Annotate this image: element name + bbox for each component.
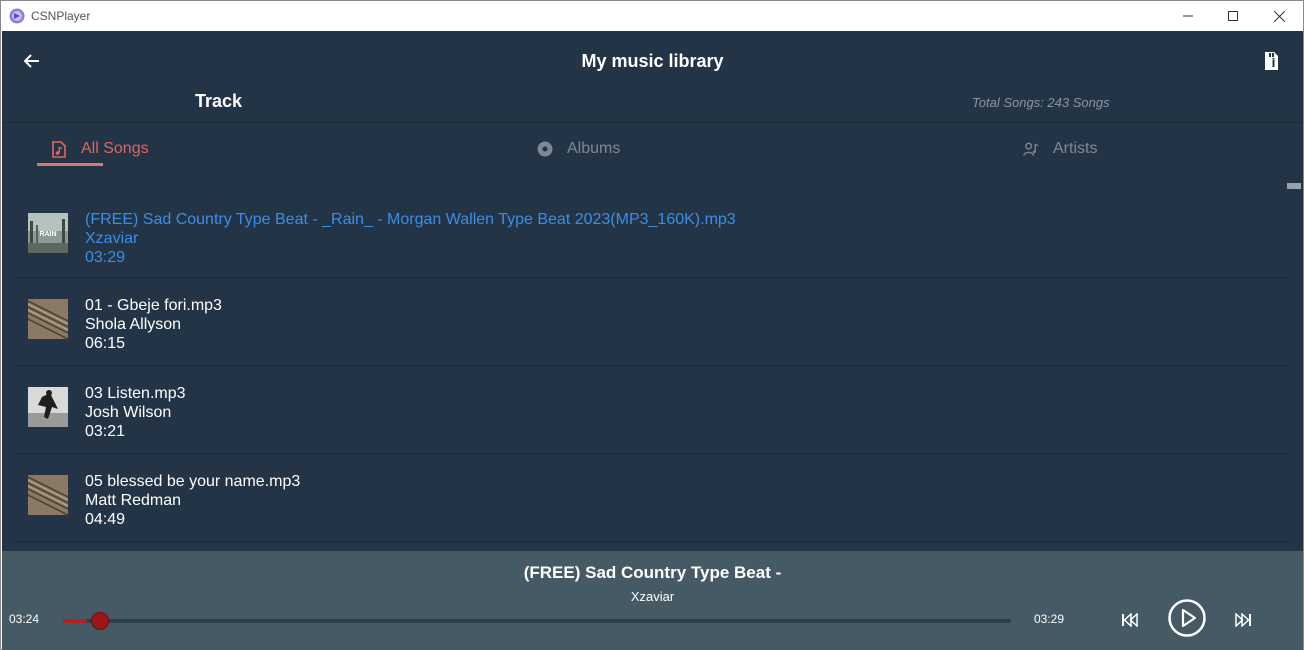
list-item[interactable]: 05 blessed be your name.mp3 Matt Redman … [16,457,1290,543]
track-info: 01 - Gbeje fori.mp3 Shola Allyson 06:15 [85,296,222,353]
track-info: 03 Listen.mp3 Josh Wilson 03:21 [85,384,186,441]
svg-text:RAIN: RAIN [39,231,56,238]
album-art [28,387,68,427]
active-tab-indicator [37,163,103,166]
track-artist: Xzaviar [85,230,139,247]
section-title: Track [195,91,243,111]
track-title: 01 - Gbeje fori.mp3 [85,297,222,314]
list-item[interactable]: 01 - Gbeje fori.mp3 Shola Allyson 06:15 [16,281,1290,367]
track-info: 05 blessed be your name.mp3 Matt Redman … [85,472,300,529]
divider [2,122,1303,123]
tab-label: All Songs [81,140,149,157]
track-duration: 04:49 [85,511,126,528]
header: My music library [2,31,1303,91]
track-artist: Josh Wilson [85,404,172,421]
app-content: My music library Track Total Songs: 243 … [2,31,1303,650]
track-artist: Shola Allyson [85,316,182,333]
now-playing-title: (FREE) Sad Country Type Beat - [523,563,782,582]
now-playing-artist: Xzaviar [630,589,675,604]
maximize-icon [1228,11,1238,21]
seek-progress [63,619,87,623]
album-art [28,299,68,339]
track-duration: 03:29 [85,249,126,266]
app-logo-icon [9,8,25,24]
maximize-button[interactable] [1210,1,1256,31]
seek-bar[interactable] [63,619,1011,623]
minimize-icon [1183,15,1193,17]
track-title: (FREE) Sad Country Type Beat - _Rain_ - … [85,211,736,228]
total-songs-count: Total Songs: 243 Songs [972,95,1110,110]
track-info: (FREE) Sad Country Type Beat - _Rain_ - … [85,210,736,267]
app-window: CSNPlayer My music library Track Total S… [0,0,1304,650]
total-time: 03:29 [1034,612,1065,626]
track-duration: 03:21 [85,423,126,440]
previous-button[interactable] [1119,609,1141,631]
artist-icon [1023,140,1039,158]
skip-previous-icon [1122,613,1138,627]
file-info-icon[interactable] [1260,50,1282,72]
disc-icon [537,140,553,158]
close-icon [1273,10,1285,22]
minimize-button[interactable] [1165,1,1211,31]
list-item[interactable]: RAIN (FREE) Sad Country Type Beat - _Rai… [16,193,1290,279]
tab-label: Artists [1053,140,1098,157]
skip-next-icon [1235,613,1251,627]
tab-artists[interactable]: Artists [1023,137,1097,161]
close-button[interactable] [1256,1,1302,31]
track-title: 03 Listen.mp3 [85,385,186,402]
tab-label: Albums [567,140,621,157]
elapsed-time: 03:24 [9,612,40,626]
album-art [28,475,68,515]
track-artist: Matt Redman [85,492,182,509]
track-title: 05 blessed be your name.mp3 [85,473,301,490]
album-art: RAIN [28,213,68,253]
player-bar: (FREE) Sad Country Type Beat - Xzaviar 0… [2,551,1303,650]
track-duration: 06:15 [85,335,126,352]
tab-albums[interactable]: Albums [537,137,620,161]
music-file-icon [51,140,67,158]
page-title: My music library [581,51,724,71]
play-icon [1168,599,1206,637]
seek-handle[interactable] [91,612,109,630]
window-title: CSNPlayer [31,9,91,23]
tab-all-songs[interactable]: All Songs [51,137,149,161]
scrollbar-thumb[interactable] [1287,183,1301,189]
list-item[interactable]: 03 Listen.mp3 Josh Wilson 03:21 [16,369,1290,455]
title-bar: CSNPlayer [1,1,1303,31]
play-button[interactable] [1167,598,1207,638]
next-button[interactable] [1232,609,1254,631]
